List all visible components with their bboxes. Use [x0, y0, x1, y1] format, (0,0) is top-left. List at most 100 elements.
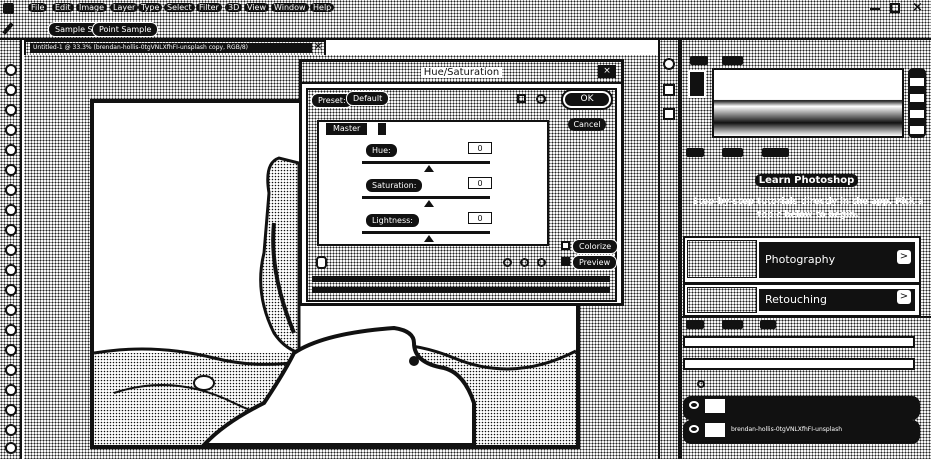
color-picker-field[interactable] [712, 68, 904, 138]
crop-tool-icon[interactable] [5, 144, 17, 156]
properties-panel-icon[interactable] [663, 84, 675, 96]
gradient-tool-icon[interactable] [5, 284, 17, 296]
preset-options-icon[interactable] [517, 94, 526, 103]
hue-slider-thumb[interactable] [424, 165, 434, 172]
lightness-label: Lightness: [365, 213, 420, 228]
menu-filter[interactable]: Filter [196, 2, 222, 14]
stamp-tool-icon[interactable] [5, 224, 17, 236]
preset-select[interactable]: Default [346, 91, 390, 106]
sample-size-select[interactable]: Point Sample [92, 22, 159, 37]
visibility-eye-icon[interactable] [689, 401, 699, 409]
maximize-icon[interactable] [890, 3, 900, 13]
blur-tool-icon[interactable] [5, 304, 17, 316]
learn-tab[interactable] [686, 148, 704, 157]
visibility-eye-icon[interactable] [689, 425, 699, 433]
adjustments-tab[interactable] [762, 148, 790, 157]
minimize-icon[interactable] [870, 8, 880, 10]
move-tool-icon[interactable] [5, 64, 17, 76]
foreground-color-swatch[interactable] [688, 70, 706, 98]
menu-image[interactable]: Image [76, 2, 108, 14]
preview-checkbox[interactable] [561, 257, 570, 266]
history-panel-icon[interactable] [663, 58, 675, 70]
learn-card-retouching[interactable]: Retouching > [683, 283, 921, 317]
eyedropper-icon[interactable] [2, 22, 14, 35]
layer-filter-bar[interactable] [683, 336, 915, 348]
hue-value-field[interactable]: 0 [468, 142, 492, 154]
menu-layer[interactable]: Layer [110, 2, 139, 14]
type-tool-icon[interactable] [5, 364, 17, 376]
layer-blend-bar[interactable] [683, 358, 915, 370]
chevron-right-icon: > [897, 290, 911, 304]
menu-file[interactable]: File [28, 2, 48, 14]
lasso-tool-icon[interactable] [5, 104, 17, 116]
close-icon[interactable]: × [912, 0, 923, 16]
document-close-icon[interactable]: × [314, 41, 322, 52]
shape-tool-icon[interactable] [5, 404, 17, 416]
menu-help[interactable]: Help [310, 2, 335, 14]
pen-tool-icon[interactable] [5, 344, 17, 356]
quick-select-tool-icon[interactable] [5, 124, 17, 136]
libraries-tab[interactable] [722, 148, 744, 157]
layer-thumbnail [705, 399, 725, 413]
channel-select[interactable]: Master [326, 123, 368, 135]
color-tab[interactable] [690, 56, 708, 65]
eyedropper-tool-icon[interactable] [5, 164, 17, 176]
channels-tab[interactable] [722, 320, 744, 329]
panel-icon-column [658, 40, 680, 459]
history-brush-tool-icon[interactable] [5, 244, 17, 256]
lightness-value-field[interactable]: 0 [468, 212, 492, 224]
hand-tool-icon[interactable] [5, 424, 17, 436]
layer-row[interactable]: brendan-hollis-0tgVNLXfhFI-unsplash [683, 420, 920, 444]
eyedropper-sample-icon[interactable] [503, 258, 512, 267]
layers-tab[interactable] [686, 320, 704, 329]
layer-lock-bar [683, 378, 915, 388]
menu-view[interactable]: View [244, 2, 269, 14]
info-panel-icon[interactable] [663, 108, 675, 120]
chevron-right-icon: > [897, 250, 911, 264]
preset-settings-icon[interactable] [536, 94, 546, 104]
dialog-titlebar[interactable]: Hue/Saturation [302, 62, 621, 84]
learn-description: Step-by-step tutorials directly in the a… [692, 197, 924, 220]
zoom-tool-icon[interactable] [5, 442, 17, 454]
menu-3d[interactable]: 3D [225, 2, 243, 14]
dialog-close-icon[interactable]: × [598, 65, 616, 78]
ok-button[interactable]: OK [561, 89, 613, 110]
cancel-button[interactable]: Cancel [568, 118, 606, 131]
menu-select[interactable]: Select [164, 2, 195, 14]
path-select-tool-icon[interactable] [5, 384, 17, 396]
input-color-bar [312, 276, 610, 282]
paths-tab[interactable] [760, 320, 776, 329]
eraser-tool-icon[interactable] [5, 264, 17, 276]
menu-window[interactable]: Window [271, 2, 309, 14]
learn-card-photography[interactable]: Photography > [683, 236, 921, 284]
marquee-tool-icon[interactable] [5, 84, 17, 96]
layer-thumbnail [705, 423, 725, 437]
saturation-value: 0 [477, 179, 483, 188]
menu-edit[interactable]: Edit [52, 2, 74, 14]
hand-icon[interactable] [316, 256, 327, 269]
dialog-title: Hue/Saturation [420, 67, 503, 78]
document-tab[interactable]: Untitled-1 @ 33.3% (brendan-hollis-0tgVN… [24, 40, 326, 55]
channel-dropdown-icon[interactable] [378, 123, 386, 135]
saturation-slider-track[interactable] [362, 196, 490, 199]
lock-icon[interactable] [697, 380, 705, 388]
eyedropper-add-icon[interactable] [520, 258, 529, 267]
colorize-label: Colorize [572, 239, 619, 254]
brush-tool-icon[interactable] [5, 204, 17, 216]
lightness-slider-thumb[interactable] [424, 235, 434, 242]
healing-tool-icon[interactable] [5, 184, 17, 196]
swatches-tab[interactable] [722, 56, 744, 65]
cancel-label: Cancel [573, 120, 601, 129]
menu-type[interactable]: Type [138, 2, 163, 14]
hue-slider-track[interactable] [362, 161, 490, 164]
dodge-tool-icon[interactable] [5, 324, 17, 336]
hue-strip[interactable] [908, 68, 926, 138]
lightness-slider-track[interactable] [362, 231, 490, 234]
layer-row[interactable] [683, 396, 920, 420]
photography-label: Photography [759, 242, 915, 278]
eyedropper-subtract-icon[interactable] [537, 258, 546, 267]
app-icon[interactable] [3, 3, 14, 14]
saturation-value-field[interactable]: 0 [468, 177, 492, 189]
saturation-slider-thumb[interactable] [424, 200, 434, 207]
colorize-checkbox[interactable] [561, 241, 570, 250]
